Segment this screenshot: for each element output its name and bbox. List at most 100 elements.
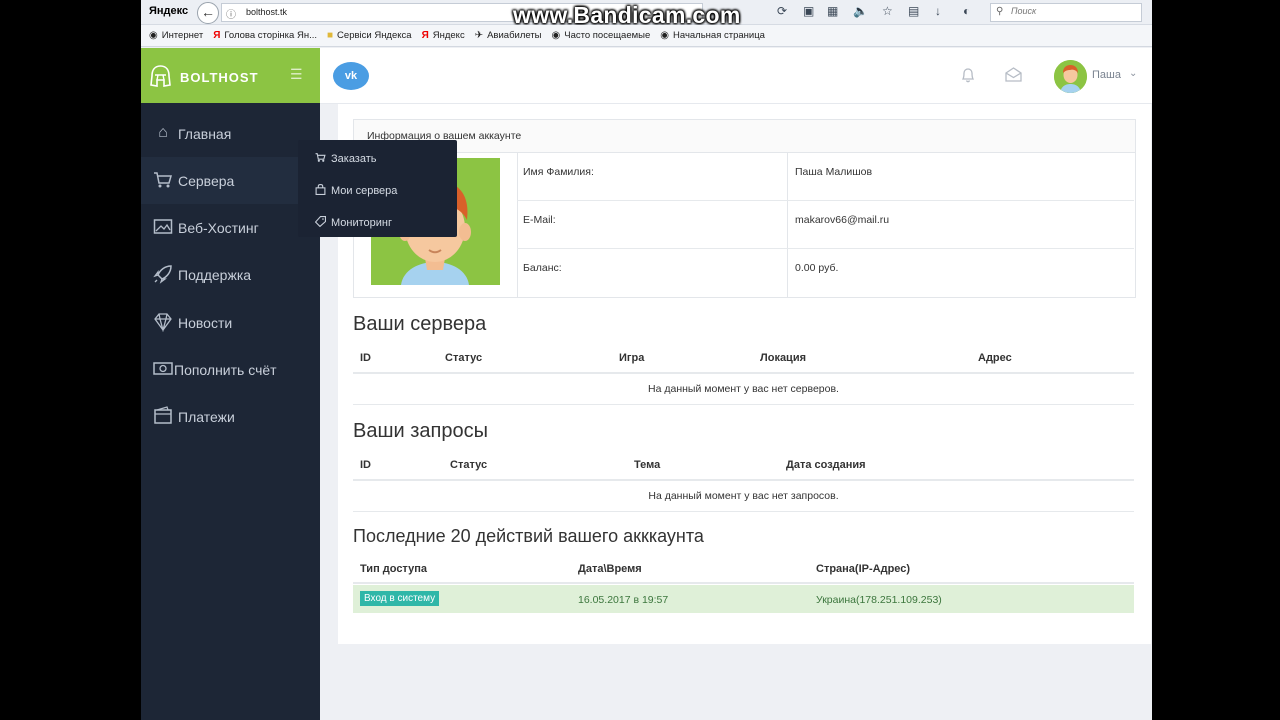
screenshot-icon[interactable]: ▣ [803, 4, 814, 18]
bookmark-item[interactable]: ◉ Начальная страница [660, 30, 765, 41]
field-label: Баланс: [523, 262, 562, 274]
bookmarks-bar: ◉ Интернет Я Голова сторінка Ян... ■ Сервiс… [141, 25, 1152, 47]
sidebar: BOLTHOST ☰ ⌂ Главная Сервера Веб-Хостинг… [141, 48, 320, 720]
field-value: Паша Малишов [795, 166, 873, 178]
money-icon [153, 359, 173, 379]
sidebar-item-support[interactable]: Поддержка [141, 251, 320, 298]
avatar[interactable] [1054, 60, 1087, 93]
mail-icon[interactable] [1005, 67, 1022, 85]
globe-icon: ◉ [660, 30, 670, 41]
browser-toolbar: Яндекс ← ⓘ bolthost.tk www.Bandicam.com … [141, 0, 1152, 28]
chevron-down-icon[interactable]: ⌄ [1129, 68, 1137, 79]
account-row-balance: Баланс: 0.00 руб. [517, 249, 1134, 296]
bookmark-label: Сервiси Яндекса [337, 30, 412, 41]
activity-country: Украина(178.251.109.253) [816, 594, 942, 606]
account-row-email: E-Mail: makarov66@mail.ru [517, 201, 1134, 249]
bookmark-label: Авиабилеты [487, 30, 542, 41]
brand-name: BOLTHOST [180, 70, 259, 85]
bookmark-item[interactable]: ◉ Интернет [149, 30, 203, 41]
field-value: 0.00 руб. [795, 262, 839, 274]
access-type-badge: Вход в систему [360, 591, 440, 606]
submenu-item-label: Заказать [331, 153, 377, 165]
sidebar-item-servers[interactable]: Сервера [141, 157, 299, 204]
requests-title: Ваши запросы [353, 420, 488, 442]
divider [353, 404, 1134, 405]
content-card: Информация о вашем аккаунте Имя Фамилия: [338, 104, 1151, 644]
divider [353, 511, 1134, 512]
url-text: bolthost.tk [246, 7, 288, 17]
browser-window: Яндекс ← ⓘ bolthost.tk www.Bandicam.com … [141, 0, 1152, 720]
submenu-item-order[interactable]: Заказать [298, 142, 457, 174]
bookmark-label: Часто посещаемые [564, 30, 651, 41]
home-icon: ⌂ [158, 124, 168, 141]
column-header: Статус [450, 459, 488, 471]
bookmark-item[interactable]: ■ Сервiси Яндекса [327, 30, 412, 41]
bookmark-item[interactable]: Я Яндекс [422, 30, 465, 41]
servers-submenu: Заказать Мои сервера Мониторинг [298, 140, 457, 237]
browser-search[interactable]: ⚲ [990, 3, 1142, 22]
bookmark-label: Яндекс [432, 30, 465, 41]
pocket-icon[interactable]: ▦ [827, 4, 838, 18]
sidebar-item-top-up[interactable]: Пополнить счёт [141, 346, 320, 393]
account-info-panel: Информация о вашем аккаунте Имя Фамилия: [353, 119, 1136, 298]
sidebar-item-label: Главная [178, 126, 232, 142]
bookmark-item[interactable]: ◉ Часто посещаемые [552, 30, 651, 41]
yandex-logo: Яндекс [149, 5, 189, 17]
column-header: Страна(IP-Адрес) [816, 563, 911, 575]
browser-search-input[interactable] [1011, 6, 1131, 16]
library-icon[interactable]: ▤ [908, 4, 919, 18]
sidebar-item-news[interactable]: Новости [141, 299, 320, 346]
bookmark-item[interactable]: Я Голова сторінка Ян... [213, 30, 317, 41]
diamond-icon [153, 312, 173, 333]
column-header: Статус [445, 352, 483, 364]
column-header: Локация [760, 352, 807, 364]
submenu-item-my-servers[interactable]: Мои сервера [298, 174, 457, 206]
activity-title: Последние 20 действий вашего акккаунта [353, 526, 704, 546]
shield-icon[interactable]: ◐ [963, 4, 970, 18]
folder-icon: ■ [327, 30, 334, 41]
column-header: Тема [634, 459, 661, 471]
field-value: makarov66@mail.ru [795, 214, 890, 226]
column-header: Дата создания [786, 459, 866, 471]
column-header: ID [360, 459, 371, 471]
bookmark-label: Начальная страница [673, 30, 765, 41]
top-header: vk Паша ⌄ [320, 48, 1152, 104]
column-header: ID [360, 352, 371, 364]
cart-icon [315, 152, 326, 166]
rocket-icon [153, 264, 173, 284]
divider [353, 582, 1134, 584]
column-header: Игра [619, 352, 645, 364]
cart-icon [153, 170, 173, 190]
user-name[interactable]: Паша [1092, 69, 1121, 81]
bell-icon[interactable] [961, 67, 975, 86]
field-label: E-Mail: [523, 214, 556, 226]
download-icon[interactable]: ↓ [935, 4, 941, 18]
helmet-logo-icon [150, 65, 171, 87]
yandex-icon: Я [421, 30, 429, 41]
globe-icon: ◉ [551, 30, 561, 41]
sync-icon[interactable]: ⟳ [777, 4, 787, 18]
info-icon: ⓘ [226, 10, 236, 21]
sidebar-item-home[interactable]: ⌂ Главная [141, 110, 320, 157]
bookmark-item[interactable]: ✈ Авиабилеты [475, 30, 542, 41]
sound-icon[interactable]: 🔈 [853, 4, 868, 18]
divider [353, 372, 1134, 374]
sidebar-item-payments[interactable]: Платежи [141, 393, 320, 440]
servers-empty-message: На данный момент у вас нет серверов. [648, 383, 839, 395]
sidebar-item-label: Поддержка [178, 267, 252, 283]
tag-icon [314, 216, 326, 230]
servers-title: Ваши сервера [353, 313, 487, 335]
submenu-item-label: Мониторинг [331, 217, 393, 229]
back-button[interactable]: ← [197, 2, 219, 24]
sidebar-item-web-hosting[interactable]: Веб-Хостинг [141, 204, 320, 251]
vk-button[interactable]: vk [333, 62, 369, 90]
sidebar-item-label: Новости [178, 315, 233, 331]
sidebar-item-label: Веб-Хостинг [178, 220, 259, 236]
submenu-item-monitoring[interactable]: Мониторинг [298, 206, 457, 238]
column-header: Дата\Время [578, 563, 642, 575]
yandex-icon: Я [213, 30, 221, 41]
brand-header: BOLTHOST ☰ [141, 48, 320, 103]
menu-toggle-icon[interactable]: ☰ [290, 66, 303, 83]
search-icon: ⚲ [996, 6, 1004, 17]
bookmark-star-icon[interactable]: ☆ [882, 4, 893, 18]
